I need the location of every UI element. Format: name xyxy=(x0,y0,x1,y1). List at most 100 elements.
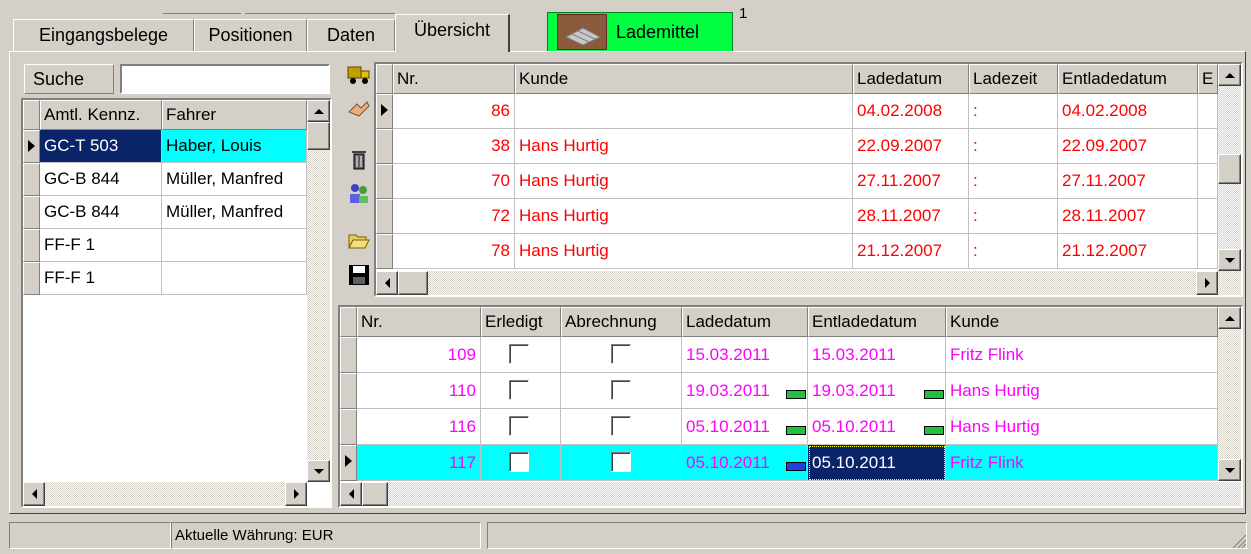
shipment-kunde-cell[interactable]: Hans Hurtig xyxy=(515,234,853,269)
people-icon[interactable] xyxy=(346,180,372,206)
shipment-kunde-cell[interactable]: Hans Hurtig xyxy=(515,129,853,164)
tour-nr-cell[interactable]: 110 xyxy=(357,373,481,409)
shipment-hscroll[interactable] xyxy=(376,271,1241,295)
column-header-ladezeit[interactable]: Ladezeit xyxy=(969,64,1058,94)
handshake-icon[interactable] xyxy=(346,96,372,122)
hscroll-thumb[interactable] xyxy=(398,271,428,295)
tour-nr-cell[interactable]: 117 xyxy=(357,445,481,481)
scroll-up-button[interactable] xyxy=(1218,64,1241,86)
tour-entladedatum-cell[interactable]: 15.03.2011 xyxy=(808,337,946,373)
vehicle-kennz-cell[interactable]: GC-B 844 xyxy=(40,196,162,229)
resize-grip-icon[interactable] xyxy=(1229,531,1247,549)
shipment-entladedatum-cell[interactable]: 22.09.2007 xyxy=(1058,129,1198,164)
column-header-entladedatum[interactable]: Entladedatum xyxy=(1058,64,1198,94)
scroll-left-button[interactable] xyxy=(23,482,45,506)
vehicle-kennz-cell[interactable]: GC-B 844 xyxy=(40,163,162,196)
vehicle-kennz-cell[interactable]: FF-F 1 xyxy=(40,262,162,295)
column-header-kunde[interactable]: Kunde xyxy=(515,64,853,94)
tour-nr-cell[interactable]: 116 xyxy=(357,409,481,445)
vehicle-hscroll[interactable] xyxy=(23,482,307,506)
shipment-entladedatum-cell[interactable]: 27.11.2007 xyxy=(1058,164,1198,199)
column-header-abrechnung[interactable]: Abrechnung xyxy=(561,307,682,337)
column-header-nr[interactable]: Nr. xyxy=(357,307,481,337)
save-icon[interactable] xyxy=(346,262,372,288)
shipment-kunde-cell[interactable]: Hans Hurtig xyxy=(515,164,853,199)
shipment-ladezeit-cell[interactable]: : xyxy=(969,129,1058,164)
shipment-e-cell[interactable] xyxy=(1198,164,1218,199)
hscroll-thumb[interactable] xyxy=(362,482,388,506)
vehicle-fahrer-cell[interactable] xyxy=(162,229,307,262)
shipment-ladezeit-cell[interactable]: : xyxy=(969,234,1058,269)
vehicle-kennz-cell[interactable]: GC-T 503 xyxy=(40,130,162,163)
shipment-kunde-cell[interactable] xyxy=(515,94,853,129)
shipment-ladezeit-cell[interactable]: : xyxy=(969,164,1058,199)
column-header-kunde[interactable]: Kunde xyxy=(946,307,1218,337)
tour-hscroll[interactable] xyxy=(340,482,1241,506)
tour-kunde-cell[interactable]: Hans Hurtig xyxy=(946,373,1218,409)
vehicle-kennz-cell[interactable]: FF-F 1 xyxy=(40,229,162,262)
erledigt-checkbox[interactable] xyxy=(509,380,529,400)
column-header-e[interactable]: E xyxy=(1198,64,1218,94)
tour-kunde-cell[interactable]: Fritz Flink xyxy=(946,337,1218,373)
shipment-nr-cell[interactable]: 70 xyxy=(393,164,515,199)
open-folder-icon[interactable] xyxy=(346,228,372,254)
shipment-e-cell[interactable] xyxy=(1198,129,1218,164)
shipment-entladedatum-cell[interactable]: 21.12.2007 xyxy=(1058,234,1198,269)
scroll-up-button[interactable] xyxy=(307,100,330,122)
abrechnung-checkbox[interactable] xyxy=(611,452,631,472)
shipment-ladedatum-cell[interactable]: 04.02.2008 xyxy=(853,94,969,129)
erledigt-checkbox[interactable] xyxy=(509,452,529,472)
shipment-entladedatum-cell[interactable]: 04.02.2008 xyxy=(1058,94,1198,129)
column-header-fahrer[interactable]: Fahrer xyxy=(162,100,307,130)
scroll-thumb[interactable] xyxy=(1218,154,1241,184)
shipment-ladedatum-cell[interactable]: 28.11.2007 xyxy=(853,199,969,234)
scroll-thumb[interactable] xyxy=(307,122,330,150)
erledigt-checkbox[interactable] xyxy=(509,416,529,436)
shipment-e-cell[interactable] xyxy=(1198,94,1218,129)
tab-daten[interactable]: Daten xyxy=(307,19,395,51)
shipment-nr-cell[interactable]: 78 xyxy=(393,234,515,269)
column-header-erledigt[interactable]: Erledigt xyxy=(481,307,561,337)
tour-ladedatum-cell[interactable]: 15.03.2011 xyxy=(682,337,808,373)
column-header-ladedatum[interactable]: Ladedatum xyxy=(682,307,808,337)
scroll-right-button[interactable] xyxy=(285,482,307,506)
scroll-down-button[interactable] xyxy=(1218,249,1241,271)
shipment-nr-cell[interactable]: 38 xyxy=(393,129,515,164)
abrechnung-checkbox[interactable] xyxy=(611,380,631,400)
column-header-entladedatum[interactable]: Entladedatum xyxy=(808,307,946,337)
search-input[interactable] xyxy=(120,64,330,94)
shipment-e-cell[interactable] xyxy=(1198,234,1218,269)
vehicle-fahrer-cell[interactable]: Müller, Manfred xyxy=(162,163,307,196)
column-header-kennz[interactable]: Amtl. Kennz. xyxy=(40,100,162,130)
tour-vscroll[interactable] xyxy=(1218,307,1241,481)
lademittel-button[interactable]: Lademittel xyxy=(547,12,733,52)
scroll-left-button[interactable] xyxy=(340,482,362,506)
shipment-ladezeit-cell[interactable]: : xyxy=(969,94,1058,129)
tab-positionen[interactable]: Positionen xyxy=(194,19,307,51)
shipment-nr-cell[interactable]: 86 xyxy=(393,94,515,129)
truck-icon[interactable] xyxy=(346,62,372,88)
tour-kunde-cell[interactable]: Hans Hurtig xyxy=(946,409,1218,445)
shipment-kunde-cell[interactable]: Hans Hurtig xyxy=(515,199,853,234)
shipment-e-cell[interactable] xyxy=(1198,199,1218,234)
erledigt-checkbox[interactable] xyxy=(509,344,529,364)
shipment-ladezeit-cell[interactable]: : xyxy=(969,199,1058,234)
scroll-right-button[interactable] xyxy=(1196,271,1218,295)
tour-nr-cell[interactable]: 109 xyxy=(357,337,481,373)
shipment-entladedatum-cell[interactable]: 28.11.2007 xyxy=(1058,199,1198,234)
trash-icon[interactable] xyxy=(346,146,372,172)
vehicle-fahrer-cell[interactable]: Müller, Manfred xyxy=(162,196,307,229)
vehicle-fahrer-cell[interactable]: Haber, Louis xyxy=(162,130,307,163)
scroll-left-button[interactable] xyxy=(376,271,398,295)
vehicle-fahrer-cell[interactable] xyxy=(162,262,307,295)
column-header-nr[interactable]: Nr. xyxy=(393,64,515,94)
abrechnung-checkbox[interactable] xyxy=(611,344,631,364)
column-header-ladedatum[interactable]: Ladedatum xyxy=(853,64,969,94)
shipment-ladedatum-cell[interactable]: 22.09.2007 xyxy=(853,129,969,164)
shipment-ladedatum-cell[interactable]: 27.11.2007 xyxy=(853,164,969,199)
tour-entladedatum-cell[interactable]: 05.10.2011 xyxy=(808,445,946,481)
scroll-up-button[interactable] xyxy=(1218,307,1241,329)
abrechnung-checkbox[interactable] xyxy=(611,416,631,436)
scroll-down-button[interactable] xyxy=(1218,459,1241,481)
tab-uebersicht[interactable]: Übersicht xyxy=(395,14,510,52)
